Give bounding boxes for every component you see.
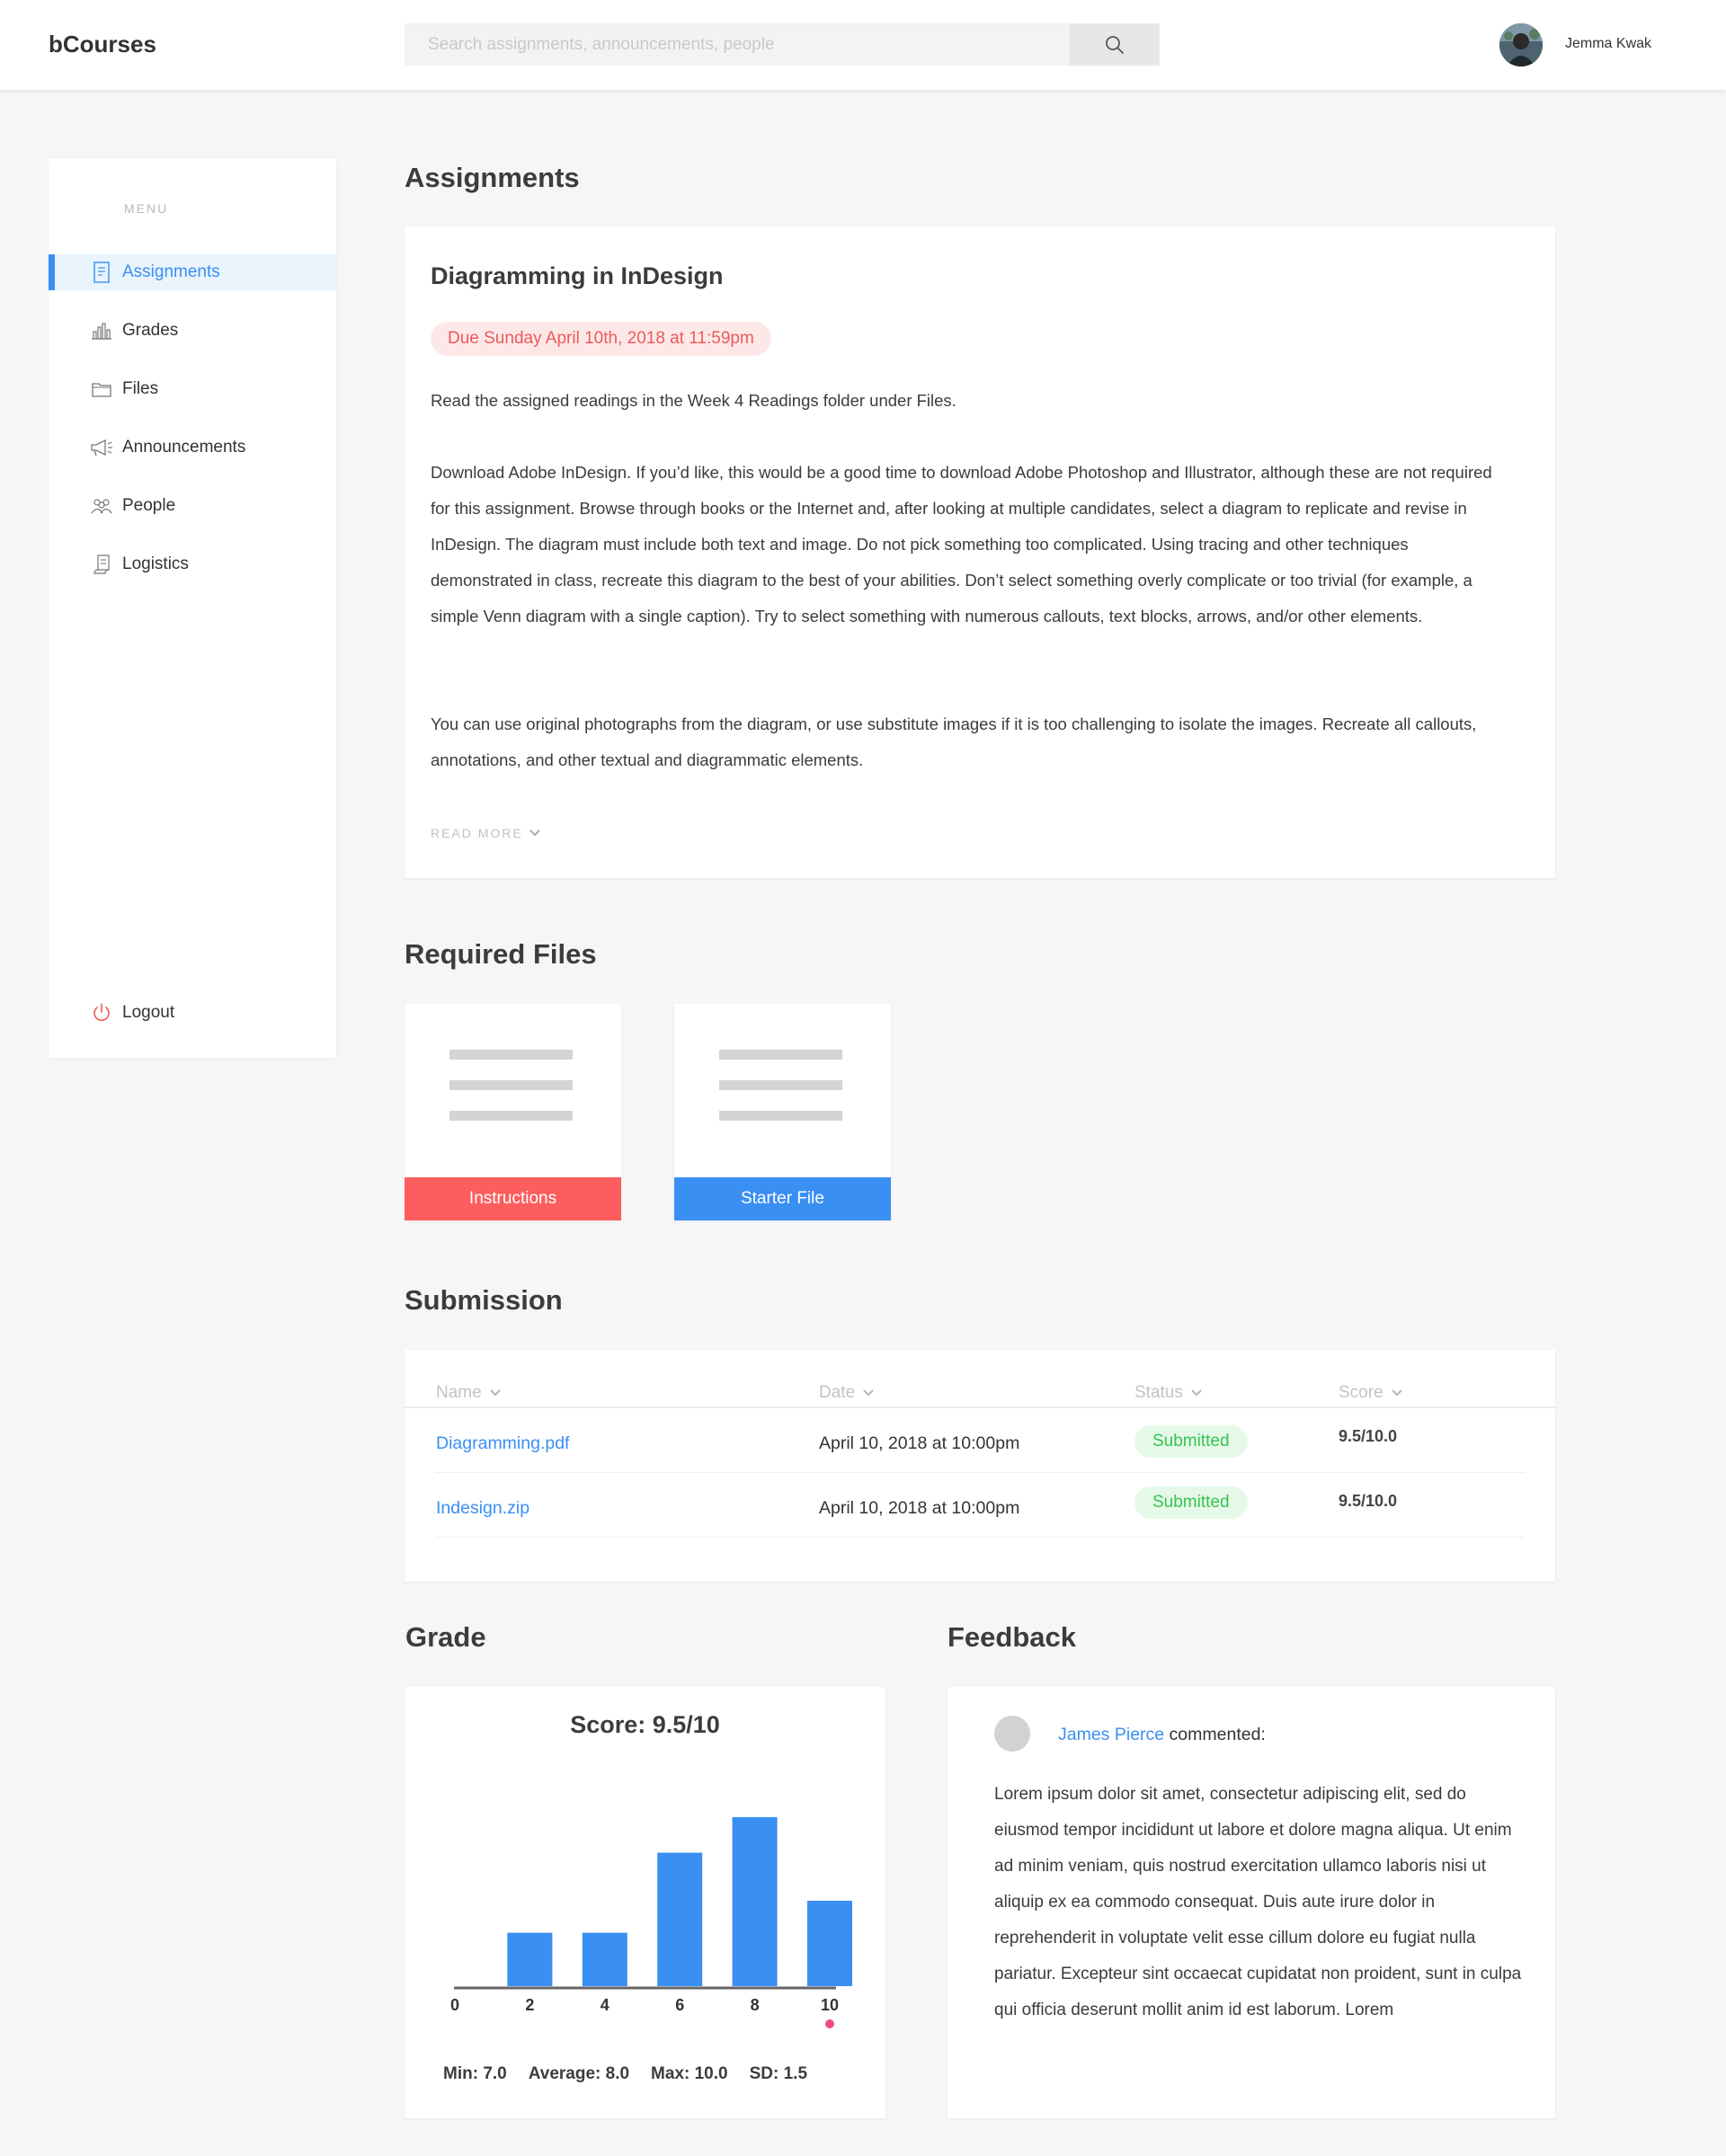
- sidebar-item-files[interactable]: Files: [49, 371, 336, 407]
- your-score-marker: [825, 2019, 834, 2028]
- file-link[interactable]: Diagramming.pdf: [436, 1433, 569, 1454]
- instructions-button[interactable]: Instructions: [405, 1177, 621, 1220]
- status-badge: Submitted: [1134, 1486, 1248, 1519]
- histogram-bar: [807, 1900, 852, 1986]
- top-bar: bCourses Jemma Kwak: [0, 0, 1726, 90]
- submission-date: April 10, 2018 at 10:00pm: [819, 1498, 1020, 1518]
- sidebar-item-label: Grades: [122, 321, 179, 340]
- user-avatar[interactable]: [1499, 23, 1543, 67]
- read-more-button[interactable]: READ MORE: [431, 826, 541, 840]
- starter-file-button[interactable]: Starter File: [674, 1177, 891, 1220]
- commenter-avatar: [994, 1716, 1030, 1752]
- bar-chart-icon: [89, 320, 114, 342]
- x-tick-label: 6: [675, 1996, 684, 2014]
- column-header-status[interactable]: Status: [1134, 1383, 1203, 1403]
- sidebar: MENU Assignments Grades Files Announceme…: [49, 159, 336, 1058]
- stat-min: Min: 7.0: [443, 2064, 507, 2083]
- comment-action: commented:: [1164, 1725, 1266, 1744]
- megaphone-icon: [89, 437, 114, 458]
- read-more-label: READ MORE: [431, 826, 523, 840]
- file-card-instructions[interactable]: Instructions: [405, 1004, 621, 1220]
- user-name[interactable]: Jemma Kwak: [1565, 36, 1651, 52]
- grade-histogram: 0 2 4 6 8 10: [450, 1816, 852, 2028]
- search-button[interactable]: [1070, 23, 1160, 66]
- people-icon: [89, 495, 114, 517]
- chevron-down-icon: [1191, 1389, 1202, 1397]
- stat-max: Max: 10.0: [651, 2064, 728, 2083]
- logout-button[interactable]: Logout: [49, 995, 336, 1031]
- assignment-paragraph: Download Adobe InDesign. If you’d like, …: [431, 463, 1492, 626]
- comment-text: Lorem ipsum dolor sit amet, consectetur …: [994, 1785, 1522, 2019]
- grade-card: Score: 9.5/10 0 2 4 6 8 10 Min: 7.0 Average: …: [405, 1687, 885, 2118]
- submission-table: Name Date Status Score Diagramming.pdf A…: [405, 1350, 1555, 1582]
- submission-date: April 10, 2018 at 10:00pm: [819, 1433, 1020, 1453]
- chevron-down-icon: [489, 1389, 501, 1397]
- feedback-card: James Pierce commented: Lorem ipsum dolo…: [948, 1687, 1555, 2118]
- scroll-icon: [89, 554, 114, 575]
- x-tick-label: 2: [525, 1996, 534, 2014]
- histogram-bar: [732, 1816, 778, 1986]
- sidebar-item-assignments[interactable]: Assignments: [49, 254, 336, 290]
- assignments-heading: Assignments: [405, 162, 580, 193]
- assignment-card: Diagramming in InDesign Due Sunday April…: [405, 226, 1555, 878]
- sidebar-item-label: People: [122, 496, 176, 515]
- x-tick-label: 0: [450, 1996, 459, 2014]
- assignment-paragraph: Read the assigned readings in the Week 4…: [431, 391, 956, 410]
- chevron-down-icon: [529, 830, 540, 837]
- grade-heading: Grade: [405, 1621, 486, 1653]
- logout-label: Logout: [122, 1003, 175, 1022]
- stat-average: Average: 8.0: [528, 2064, 630, 2083]
- chevron-down-icon: [863, 1389, 874, 1397]
- column-header-name[interactable]: Name: [436, 1383, 502, 1403]
- score-value: 9.5/10.0: [1339, 1427, 1398, 1445]
- search-input[interactable]: [405, 23, 1070, 66]
- due-date-badge: Due Sunday April 10th, 2018 at 11:59pm: [431, 322, 771, 356]
- search-icon: [1106, 35, 1124, 54]
- status-badge: Submitted: [1134, 1425, 1248, 1458]
- required-files-heading: Required Files: [405, 938, 597, 970]
- stat-sd: SD: 1.5: [749, 2064, 808, 2083]
- sidebar-item-people[interactable]: People: [49, 488, 336, 524]
- commenter-name[interactable]: James Pierce: [1058, 1725, 1164, 1744]
- sidebar-item-announcements[interactable]: Announcements: [49, 430, 336, 466]
- x-tick-label: 10: [821, 1996, 839, 2014]
- submission-heading: Submission: [405, 1284, 563, 1316]
- menu-title: MENU: [124, 201, 169, 216]
- column-header-date[interactable]: Date: [819, 1383, 875, 1403]
- chevron-down-icon: [1391, 1389, 1402, 1397]
- score-value: 9.5/10.0: [1339, 1492, 1398, 1510]
- search-bar: [405, 23, 1160, 66]
- table-row: Indesign.zip April 10, 2018 at 10:00pm S…: [435, 1473, 1525, 1538]
- sidebar-item-label: Announcements: [122, 438, 246, 457]
- brand-logo[interactable]: bCourses: [49, 31, 156, 58]
- assignment-icon: [89, 262, 114, 283]
- sidebar-item-label: Assignments: [122, 262, 220, 281]
- row-divider: [435, 1537, 1525, 1538]
- sidebar-item-label: Logistics: [122, 555, 189, 573]
- column-header-score[interactable]: Score: [1339, 1383, 1403, 1403]
- power-icon: [89, 1002, 114, 1024]
- sidebar-item-label: Files: [122, 379, 159, 398]
- grade-stats: Min: 7.0 Average: 8.0 Max: 10.0 SD: 1.5: [443, 2064, 807, 2084]
- document-icon: [449, 1050, 573, 1141]
- sidebar-item-logistics[interactable]: Logistics: [49, 546, 336, 582]
- assignment-title: Diagramming in InDesign: [431, 262, 724, 289]
- histogram-bar: [582, 1932, 627, 1986]
- comment-header: James Pierce commented:: [1058, 1725, 1266, 1745]
- x-tick-label: 4: [601, 1996, 609, 2014]
- histogram-bar: [657, 1852, 703, 1986]
- file-link[interactable]: Indesign.zip: [436, 1498, 529, 1519]
- assignment-paragraph: You can use original photographs from th…: [431, 714, 1477, 769]
- file-card-starter[interactable]: Starter File: [674, 1004, 891, 1220]
- document-icon: [719, 1050, 842, 1141]
- x-tick-label: 8: [751, 1996, 760, 2014]
- table-row: Diagramming.pdf April 10, 2018 at 10:00p…: [435, 1408, 1525, 1473]
- histogram-bar: [507, 1932, 553, 1986]
- sidebar-item-grades[interactable]: Grades: [49, 313, 336, 349]
- feedback-heading: Feedback: [948, 1621, 1077, 1653]
- folder-icon: [89, 378, 114, 400]
